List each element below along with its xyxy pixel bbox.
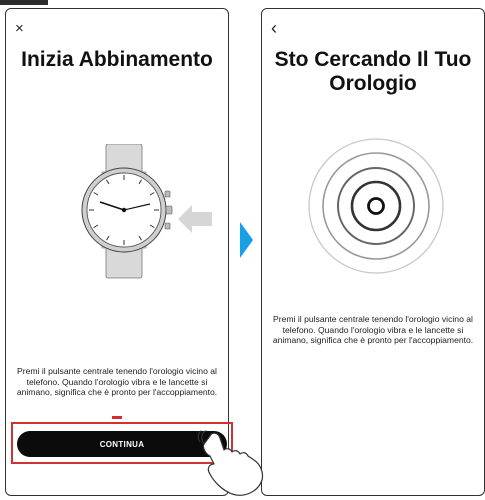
page-title: Sto Cercando Il Tuo Orologio	[274, 48, 472, 95]
searching-rings-icon	[308, 138, 444, 274]
next-arrow-icon	[240, 222, 253, 258]
arrow-left-icon	[178, 205, 212, 233]
tapping-hand-icon	[197, 430, 264, 496]
pairing-instructions: Premi il pulsante centrale tenendo l'oro…	[16, 366, 218, 397]
back-icon[interactable]: ‹	[271, 19, 277, 37]
searching-screen: ‹ Sto Cercando Il Tuo Orologio Premi il …	[261, 8, 485, 496]
highlight-indicator	[112, 416, 122, 419]
close-icon[interactable]: ×	[15, 21, 24, 36]
pairing-instructions: Premi il pulsante centrale tenendo l'oro…	[272, 314, 474, 345]
top-accent-bar	[0, 0, 48, 5]
page-title: Inizia Abbinamento	[21, 48, 213, 71]
